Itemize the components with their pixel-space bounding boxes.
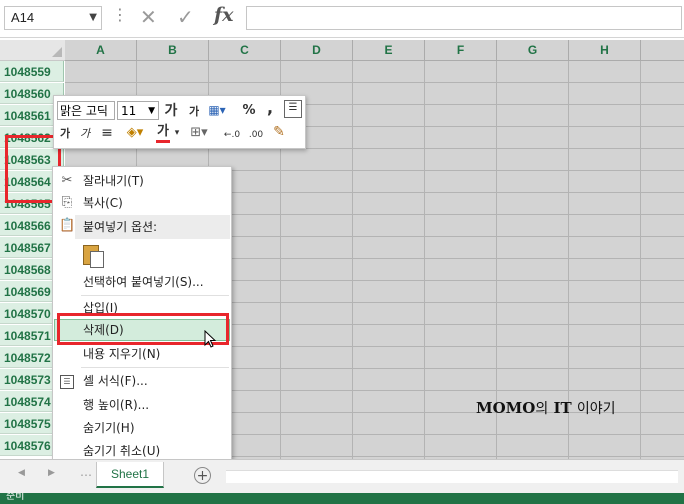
more-tabs-icon[interactable]: ⋯ [80, 468, 92, 482]
chevron-down-icon[interactable]: ▼ [89, 12, 97, 23]
name-box[interactable]: A14 ▼ [4, 6, 102, 30]
more-options-icon[interactable]: ⋮ [112, 7, 128, 23]
format-painter-icon[interactable]: ✎ [270, 123, 288, 141]
chevron-down-icon[interactable]: ▾ [172, 124, 182, 142]
font-name-box[interactable]: 맑은 고딕 [57, 101, 115, 120]
column-header[interactable]: A [65, 40, 137, 61]
menu-item-format-cells[interactable]: ☰ 셀 서식(F)... [53, 370, 231, 392]
copy-icon: ⎘ [61, 195, 73, 210]
menu-item-label: 잘라내기(T) [83, 174, 144, 188]
comma-button[interactable]: , [264, 99, 276, 117]
cancel-icon[interactable]: ✕ [140, 5, 157, 29]
menu-item-label: 선택하여 붙여넣기(S)... [83, 275, 204, 289]
mouse-pointer-icon [204, 330, 217, 348]
menu-separator [81, 367, 229, 368]
tab-scroll-right-icon[interactable]: ▶ [48, 468, 55, 478]
shrink-font-button[interactable]: 가 [187, 103, 201, 121]
increase-decimal-button[interactable]: ←.0 [222, 126, 242, 144]
paste-icon: 📋 [59, 218, 76, 233]
menu-item-label: 셀 서식(F)... [83, 374, 148, 388]
menu-item-copy[interactable]: ⎘ 복사(C) [53, 192, 231, 214]
menu-item-label: 복사(C) [83, 196, 123, 210]
menu-item-label: 붙여넣기 옵션: [83, 220, 158, 234]
check-icon[interactable]: ✓ [177, 5, 194, 29]
format-table-icon[interactable]: ☰ [284, 100, 302, 118]
paste-options-header: 붙여넣기 옵션: [75, 215, 230, 239]
column-header[interactable]: G [497, 40, 569, 61]
scissors-icon: ✂ [61, 173, 73, 188]
percent-button[interactable]: % [242, 102, 256, 120]
column-header[interactable]: E [353, 40, 425, 61]
formula-input[interactable] [246, 6, 682, 30]
select-all-corner[interactable] [0, 40, 66, 61]
tab-scroll-left-icon[interactable]: ◀ [18, 468, 25, 478]
column-header[interactable]: H [569, 40, 641, 61]
add-sheet-icon[interactable]: + [194, 467, 211, 484]
menu-item-cut[interactable]: ✂ 잘라내기(T) [53, 170, 231, 192]
format-cells-icon: ☰ [60, 375, 74, 389]
grid-line [424, 61, 425, 459]
font-size-box[interactable]: 11 ▼ [117, 101, 159, 120]
italic-button[interactable]: 가 [79, 125, 91, 143]
column-header[interactable]: B [137, 40, 209, 61]
fill-color-icon[interactable]: ◈▾ [122, 124, 148, 142]
menu-item-label: 숨기기(H) [83, 421, 135, 435]
watermark-it: IT [553, 399, 572, 417]
mini-toolbar: 맑은 고딕 11 ▼ 가 가 ▦▾ % , ☰ 가 가 ≡ ◈▾ 가 ▾ ⊞▾ ←… [53, 95, 306, 149]
watermark-brand: MOMO [476, 399, 536, 417]
column-header[interactable]: D [281, 40, 353, 61]
status-bar: 준비 [0, 493, 684, 504]
grid-line [640, 61, 641, 459]
name-box-value: A14 [11, 10, 35, 25]
grid-line [65, 82, 684, 83]
row-header[interactable]: 1048559 [0, 61, 64, 82]
column-header-partial[interactable] [641, 40, 684, 61]
watermark-tail: 이야기 [576, 401, 616, 417]
menu-item-paste-special[interactable]: 선택하여 붙여넣기(S)... [53, 271, 231, 293]
watermark: MOMO의 IT 이야기 [476, 398, 616, 418]
menu-item-hide[interactable]: 숨기기(H) [53, 417, 231, 439]
chevron-down-icon[interactable]: ▼ [148, 102, 155, 120]
menu-item-row-height[interactable]: 행 높이(R)... [53, 394, 231, 416]
fx-icon[interactable]: fx [214, 4, 234, 26]
grid-line [352, 61, 353, 459]
menu-separator [81, 295, 229, 296]
font-color-button[interactable]: 가 [156, 124, 170, 143]
align-center-icon[interactable]: ≡ [99, 124, 115, 142]
column-header[interactable]: C [209, 40, 281, 61]
menu-item-label: 내용 지우기(N) [83, 347, 161, 361]
horizontal-scrollbar[interactable] [226, 470, 678, 483]
watermark-suffix: 의 [535, 401, 549, 417]
menu-item-label: 행 높이(R)... [83, 398, 150, 412]
decrease-decimal-button[interactable]: .00 [246, 126, 266, 144]
accounting-format-icon[interactable]: ▦▾ [206, 101, 228, 119]
borders-icon[interactable]: ⊞▾ [188, 124, 210, 142]
grow-font-button[interactable]: 가 [164, 102, 178, 120]
sheet-tab[interactable]: Sheet1 [96, 462, 164, 488]
paste-option-button[interactable] [81, 243, 105, 269]
font-size-value: 11 [121, 104, 137, 118]
column-header[interactable]: F [425, 40, 497, 61]
bold-button[interactable]: 가 [59, 125, 71, 143]
status-text: 준비 [6, 493, 25, 502]
